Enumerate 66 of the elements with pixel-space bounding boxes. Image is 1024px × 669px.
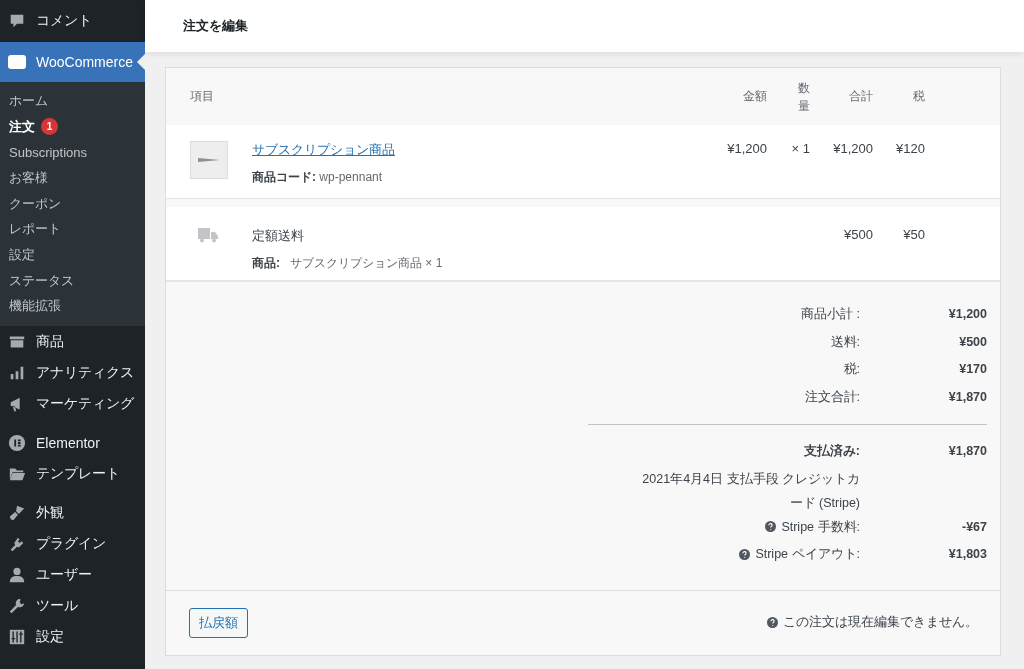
- tax-cell-text: ¥50: [902, 227, 925, 242]
- total-label: 注文合計:: [803, 388, 860, 406]
- sliders-icon: [8, 627, 26, 646]
- sidebar-menu-item[interactable]: Elementor: [0, 427, 145, 459]
- sidebar-menu-item[interactable]: テンプレート: [0, 458, 145, 490]
- page-title: 注文を編集: [183, 17, 248, 35]
- total-value: ¥1,870: [947, 388, 987, 406]
- product-thumbnail: [190, 141, 228, 179]
- product-link[interactable]: サブスクリプション商品: [252, 141, 687, 159]
- column-header: 税: [912, 88, 925, 105]
- fee-value: -¥67: [960, 518, 987, 536]
- submenu-item[interactable]: Subscriptions: [0, 139, 145, 166]
- total-value: ¥170: [958, 361, 987, 378]
- help-icon: [765, 521, 777, 532]
- help-icon: [739, 548, 751, 560]
- shipping-name: 定額送料: [252, 227, 305, 245]
- notice-text: この注文は現在編集できません。: [783, 614, 978, 631]
- total-cell-text: ¥1,200: [832, 141, 873, 156]
- total-cell-text: ¥500: [843, 227, 873, 242]
- sidebar-menu-item[interactable]: マーケティング: [0, 388, 145, 420]
- sidebar-menu-item[interactable]: WooCommerce: [0, 42, 145, 82]
- paid-label: 支払済み:: [802, 443, 860, 460]
- column-header: 数量: [797, 79, 810, 115]
- submenu-item[interactable]: ホーム: [0, 88, 145, 114]
- circle-logo-icon: [8, 433, 26, 452]
- sidebar-menu-item[interactable]: コメント: [0, 0, 145, 42]
- tax-cell-text: ¥120: [895, 141, 925, 156]
- count-badge: 1: [41, 118, 58, 136]
- submenu-item[interactable]: 設定: [0, 242, 145, 268]
- total-value: ¥1,200: [947, 306, 987, 323]
- help-icon: [767, 617, 778, 628]
- column-header: 金額: [742, 88, 767, 105]
- wrench-icon: [8, 596, 26, 615]
- submenu-item[interactable]: クーポン: [0, 190, 145, 217]
- sidebar-menu-item[interactable]: 外観: [0, 497, 145, 529]
- sidebar-menu-item[interactable]: アナリティクス: [0, 357, 145, 389]
- item-meta: 商品: サブスクリプション商品 × 1: [252, 255, 444, 272]
- cost-cell-text: ¥1,200: [726, 141, 767, 156]
- total-label: 送料:: [829, 333, 860, 351]
- fee-label: Stripe 手数料:: [781, 518, 860, 536]
- sidebar-menu-item[interactable]: ツール: [0, 590, 145, 622]
- total-value: ¥500: [958, 333, 987, 351]
- column-header: 項目: [190, 88, 215, 105]
- sidebar-menu-item[interactable]: プラグイン: [0, 528, 145, 560]
- payment-note: 2021年4月4日 支払手段 クレジットカード (Stripe): [641, 470, 860, 512]
- sidebar-menu-item[interactable]: 商品: [0, 326, 145, 358]
- sidebar-menu-item[interactable]: ユーザー: [0, 559, 145, 591]
- person-icon: [8, 565, 26, 584]
- speech-bubble-icon: [8, 12, 26, 30]
- submenu-item[interactable]: お客様: [0, 165, 145, 191]
- total-label: 商品小計 :: [800, 306, 860, 323]
- submenu-item[interactable]: ステータス: [0, 267, 145, 294]
- submenu-item[interactable]: 機能拡張: [0, 293, 145, 320]
- paintbrush-icon: [8, 503, 26, 522]
- submenu-item[interactable]: レポート: [0, 216, 145, 243]
- item-meta: 商品コード: wp-pennant: [252, 169, 384, 186]
- fee-label: Stripe ペイアウト:: [755, 546, 860, 563]
- total-label: 税:: [842, 361, 860, 378]
- quantity-cell-text: × 1: [790, 141, 810, 156]
- paid-value: ¥1,870: [947, 443, 987, 460]
- fee-value: ¥1,803: [947, 546, 987, 563]
- truck-icon: [198, 227, 218, 243]
- refund-button[interactable]: 払戻額: [189, 607, 248, 638]
- submenu-item[interactable]: 注文 1: [0, 113, 145, 140]
- column-header: 合計: [848, 88, 873, 105]
- sidebar-menu-item[interactable]: 設定: [0, 621, 145, 653]
